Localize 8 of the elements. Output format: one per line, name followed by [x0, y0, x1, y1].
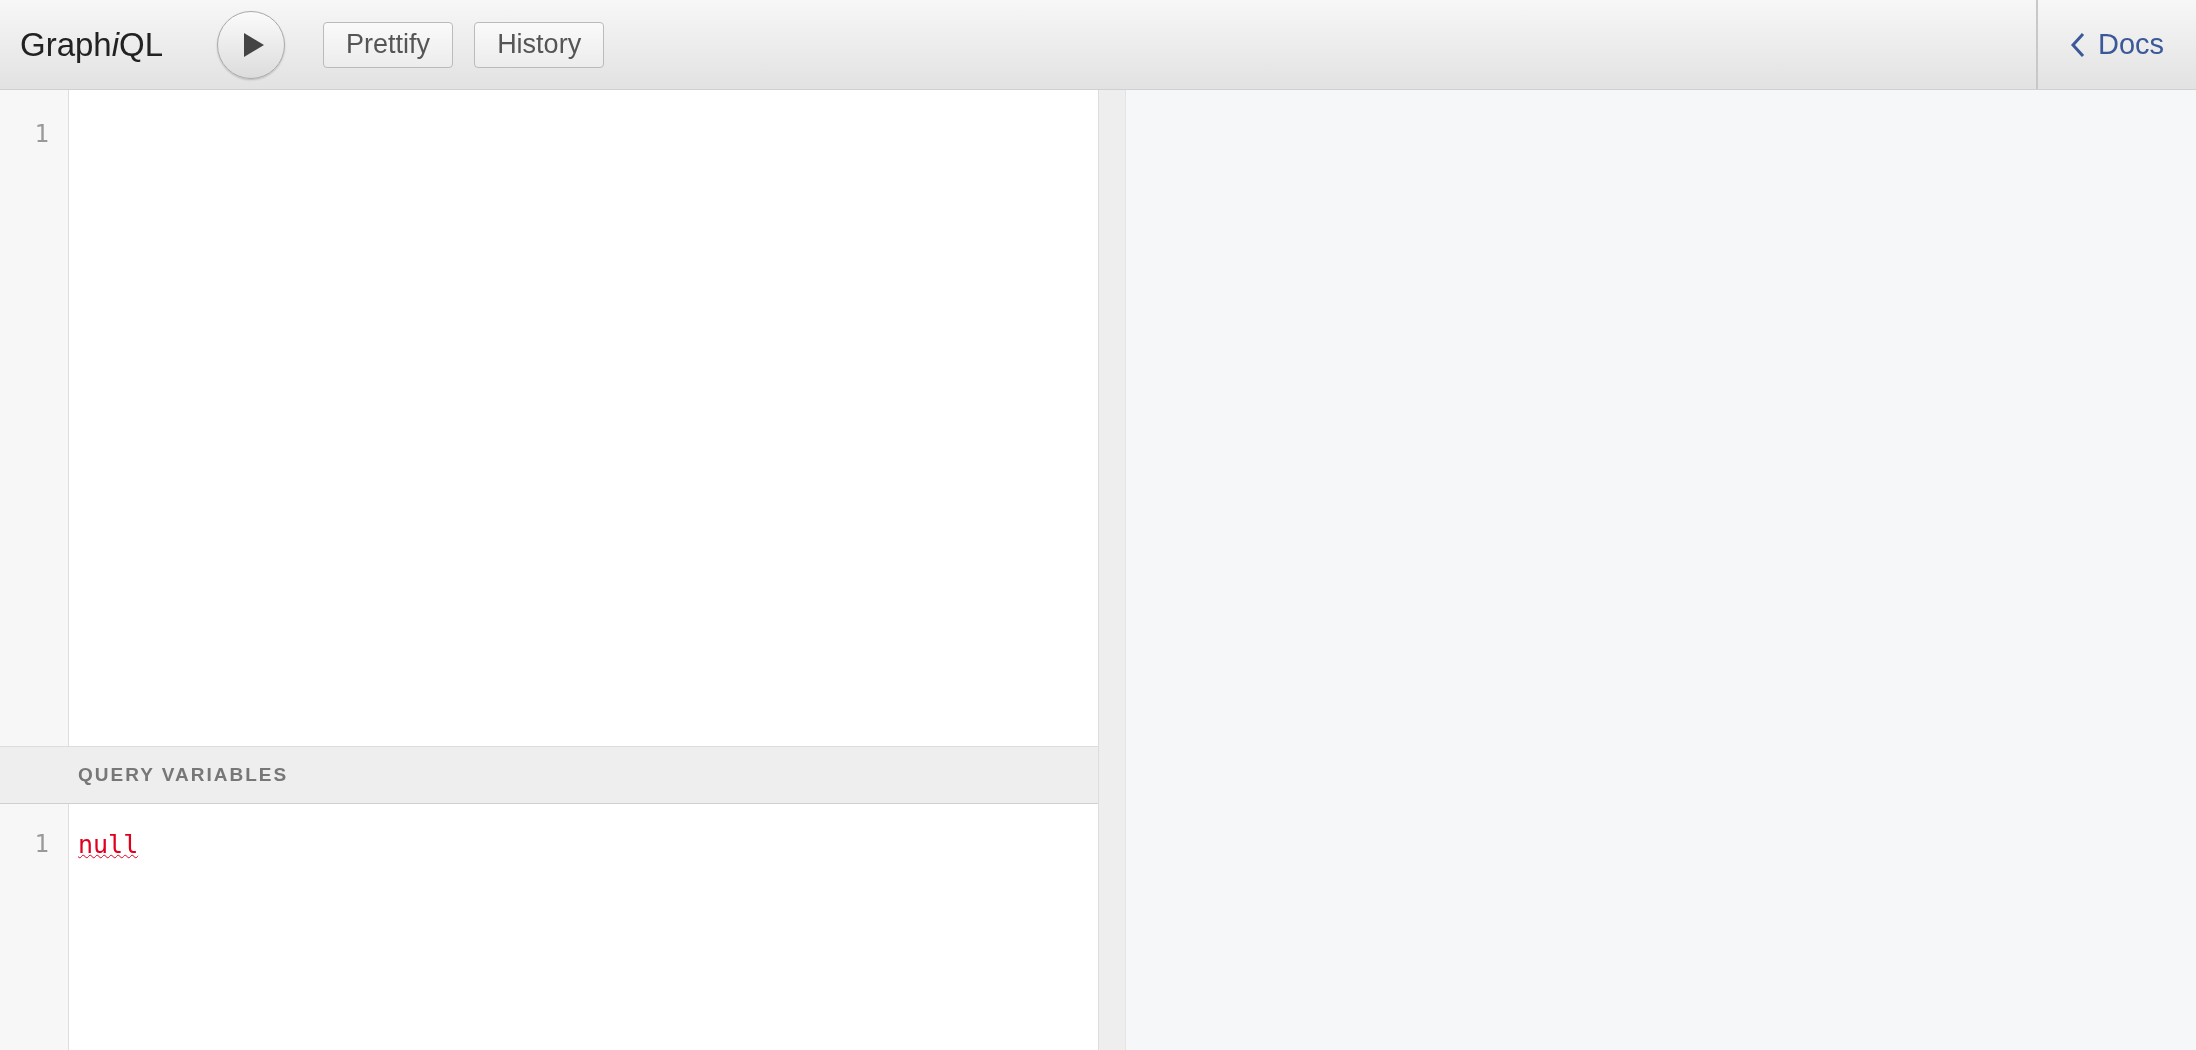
variables-header[interactable]: QUERY VARIABLES	[0, 746, 1098, 804]
line-number: 1	[33, 120, 50, 148]
code-text: null	[78, 830, 139, 859]
variables-title: QUERY VARIABLES	[78, 764, 289, 786]
toolbar-button[interactable]: Prettify	[323, 21, 454, 68]
app-logo: GraphiQL	[20, 25, 164, 64]
toolbar-button[interactable]: History	[474, 21, 605, 68]
line-number: 1	[33, 830, 50, 858]
